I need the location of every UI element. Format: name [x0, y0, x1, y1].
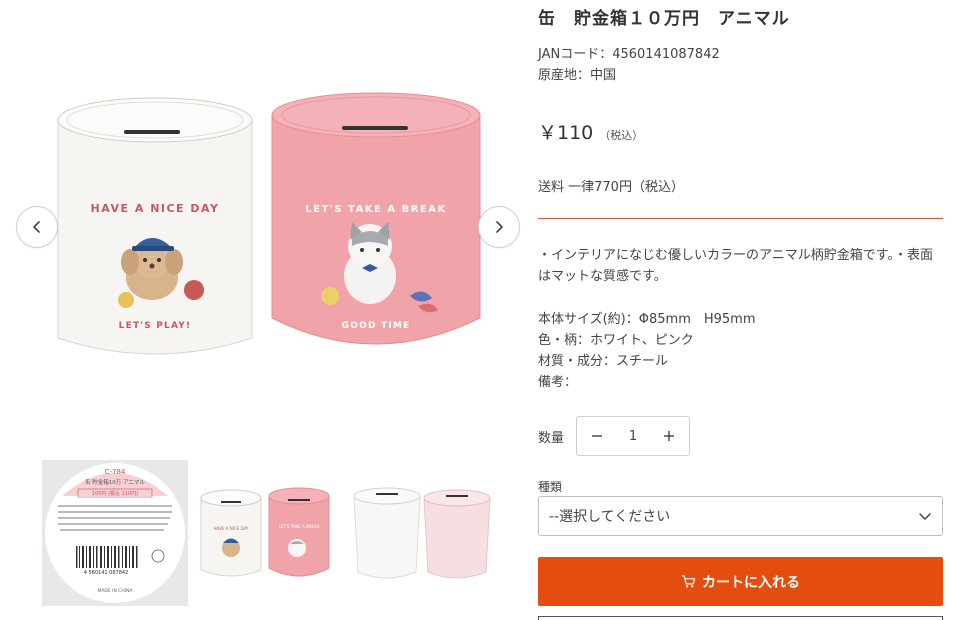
quantity-increase-button[interactable] [661, 428, 677, 444]
product-description: ・インテリアになじむ優しいカラーのアニマル柄貯金箱です。・表面はマットな質感です… [538, 248, 933, 284]
product-info: 缶 貯金箱１０万円 アニマル JANコード：4560141087842 原産地：… [538, 0, 943, 620]
label-name: 缶 貯金箱10万 アニマル [85, 478, 145, 486]
secondary-button-edge[interactable] [538, 616, 943, 620]
add-to-cart-label: カートに入れる [702, 574, 800, 591]
gallery-prev-button[interactable] [16, 206, 58, 248]
variant-select[interactable]: --選択してください [538, 496, 943, 536]
price-row: ￥110 （税込） [538, 118, 643, 145]
variant-select-value: --選択してください [549, 509, 671, 525]
spec-material: 材質・成分：スチール [538, 354, 669, 369]
thumbnail-two-cans[interactable]: HAVE A NICE DAY LET'S TAKE A BREAK [197, 460, 343, 606]
pink-can-bottom-text: GOOD TIME [342, 321, 411, 331]
product-gallery: HAVE A NICE DAY LET'S PLAY! LET'S TAKE A… [0, 0, 530, 620]
shipping-info: 送料 一律770円（税込） [538, 180, 684, 195]
minus-icon [592, 435, 602, 437]
thumbnail-strip: C-784 缶 貯金箱10万 アニマル 100円 (税込 110円) 4 560… [42, 460, 502, 606]
label-barcode-number: 4 560141 087842 [84, 570, 129, 576]
label-code: C-784 [105, 468, 126, 476]
plus-icon [664, 431, 674, 441]
tax-note: （税込） [599, 129, 644, 142]
white-can-bottom-text: LET'S PLAY! [119, 321, 192, 331]
thumbnail-plain-cans[interactable] [350, 460, 496, 606]
spec-notes: 備考： [538, 375, 578, 390]
variant-label: 種類 [538, 480, 563, 494]
product-meta: JANコード：4560141087842 原産地：中国 [538, 44, 720, 86]
main-product-image[interactable]: HAVE A NICE DAY LET'S PLAY! LET'S TAKE A… [40, 60, 490, 380]
pink-can: LET'S TAKE A BREAK GOOD TIME [271, 92, 481, 345]
white-can: HAVE A NICE DAY LET'S PLAY! [57, 97, 253, 355]
pink-can-top-text: LET'S TAKE A BREAK [305, 204, 446, 215]
quantity-decrease-button[interactable] [589, 428, 605, 444]
quantity-label: 数量 [538, 431, 565, 446]
spec-color: 色・柄：ホワイト、ピンク [538, 333, 694, 348]
label-made-in: MADE IN CHINA [97, 588, 133, 594]
product-specs: 本体サイズ(約)：Φ85mm H95mm 色・柄：ホワイト、ピンク 材質・成分：… [538, 309, 756, 393]
origin: 原産地：中国 [538, 68, 617, 83]
product-title: 缶 貯金箱１０万円 アニマル [538, 9, 790, 29]
divider [538, 218, 943, 219]
add-to-cart-button[interactable]: カートに入れる [538, 557, 943, 606]
svg-text:LET'S TAKE A BREAK: LET'S TAKE A BREAK [279, 524, 320, 529]
chevron-down-icon [919, 513, 931, 520]
chevron-right-icon [496, 221, 503, 233]
cart-icon [681, 575, 696, 588]
jan-code: JANコード：4560141087842 [538, 47, 720, 62]
gallery-next-button[interactable] [478, 206, 520, 248]
quantity-stepper: 1 [576, 416, 690, 456]
svg-text:HAVE A NICE DAY: HAVE A NICE DAY [214, 526, 249, 531]
label-price: 100円 (税込 110円) [92, 490, 138, 497]
spec-size: 本体サイズ(約)：Φ85mm H95mm [538, 312, 756, 327]
white-can-top-text: HAVE A NICE DAY [91, 202, 220, 215]
price: ￥110 [538, 122, 594, 144]
quantity-value[interactable]: 1 [618, 429, 648, 444]
thumbnail-label[interactable]: C-784 缶 貯金箱10万 アニマル 100円 (税込 110円) 4 560… [42, 460, 188, 606]
chevron-left-icon [33, 221, 40, 233]
